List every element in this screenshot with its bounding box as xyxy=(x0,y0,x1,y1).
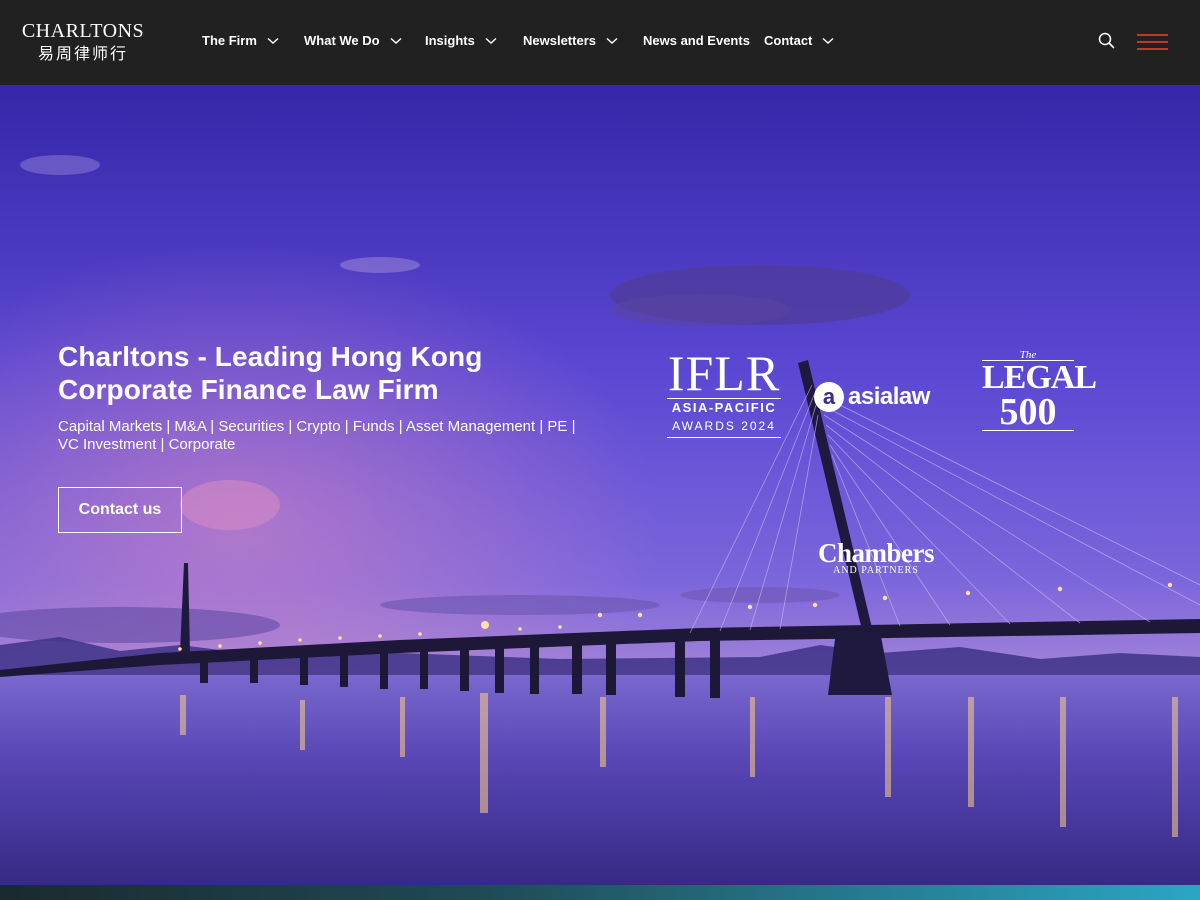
asialaw-logo: a asialaw xyxy=(814,382,930,412)
chevron-down-icon xyxy=(822,37,834,45)
search-icon[interactable] xyxy=(1097,31,1117,51)
hero-title-line-2: Corporate Finance Law Firm xyxy=(58,374,439,405)
contact-us-button[interactable]: Contact us xyxy=(58,487,182,533)
chevron-down-icon xyxy=(390,37,402,45)
chambers-main-text: Chambers xyxy=(818,538,935,568)
hero-banner: Charltons - Leading Hong Kong Corporate … xyxy=(0,85,1200,885)
logo-chinese: 易周律师行 xyxy=(37,44,128,63)
site-header: CHARLTONS 易周律师行 The Firm What We Do Insi… xyxy=(0,0,1200,85)
bottom-gradient-strip xyxy=(0,885,1200,900)
iflr-divider xyxy=(667,437,781,438)
nav-label: Newsletters xyxy=(523,33,596,48)
nav-label: The Firm xyxy=(202,33,257,48)
iflr-main-text: IFLR xyxy=(667,345,781,401)
nav-label: Contact xyxy=(764,33,813,48)
chevron-down-icon xyxy=(267,37,279,45)
nav-item-newsletters[interactable]: Newsletters xyxy=(523,33,618,48)
nav-label: What We Do xyxy=(304,33,380,48)
hero-title-line-1: Charltons - Leading Hong Kong xyxy=(58,341,483,372)
logo-english: CHARLTONS xyxy=(21,20,145,42)
practice-areas-list: Capital Markets | M&A | Securities | Cry… xyxy=(58,418,576,453)
chevron-down-icon xyxy=(606,37,618,45)
chambers-and-partners-logo: Chambers AND PARTNERS xyxy=(812,540,940,576)
hero-title: Charltons - Leading Hong Kong Corporate … xyxy=(58,340,618,406)
iflr-year-text: AWARDS 2024 xyxy=(672,419,776,433)
nav-item-news-and-events[interactable]: News and Events xyxy=(643,33,750,48)
legal-500-logo: The LEGAL 500 xyxy=(982,350,1097,431)
chevron-down-icon xyxy=(485,37,497,45)
charltons-logo[interactable]: CHARLTONS 易周律师行 xyxy=(21,20,145,64)
nav-item-the-firm[interactable]: The Firm xyxy=(202,33,279,48)
asialaw-mark-icon: a xyxy=(814,382,844,412)
nav-label: News and Events xyxy=(643,33,750,48)
nav-item-what-we-do[interactable]: What We Do xyxy=(304,33,402,48)
hamburger-menu-icon[interactable] xyxy=(1137,32,1168,52)
iflr-award-logo: IFLR ASIA-PACIFIC AWARDS 2024 xyxy=(664,345,784,438)
legal-500-number: 500 xyxy=(982,393,1074,431)
iflr-region-text: ASIA-PACIFIC xyxy=(671,400,777,415)
nav-item-contact[interactable]: Contact xyxy=(764,33,834,48)
legal-500-legal: LEGAL xyxy=(982,359,1097,396)
hero-text-block: Charltons - Leading Hong Kong Corporate … xyxy=(58,340,618,454)
nav-item-insights[interactable]: Insights xyxy=(425,33,497,48)
nav-label: Insights xyxy=(425,33,475,48)
bridge-night-photo xyxy=(0,85,1200,885)
asialaw-name: asialaw xyxy=(848,383,930,410)
